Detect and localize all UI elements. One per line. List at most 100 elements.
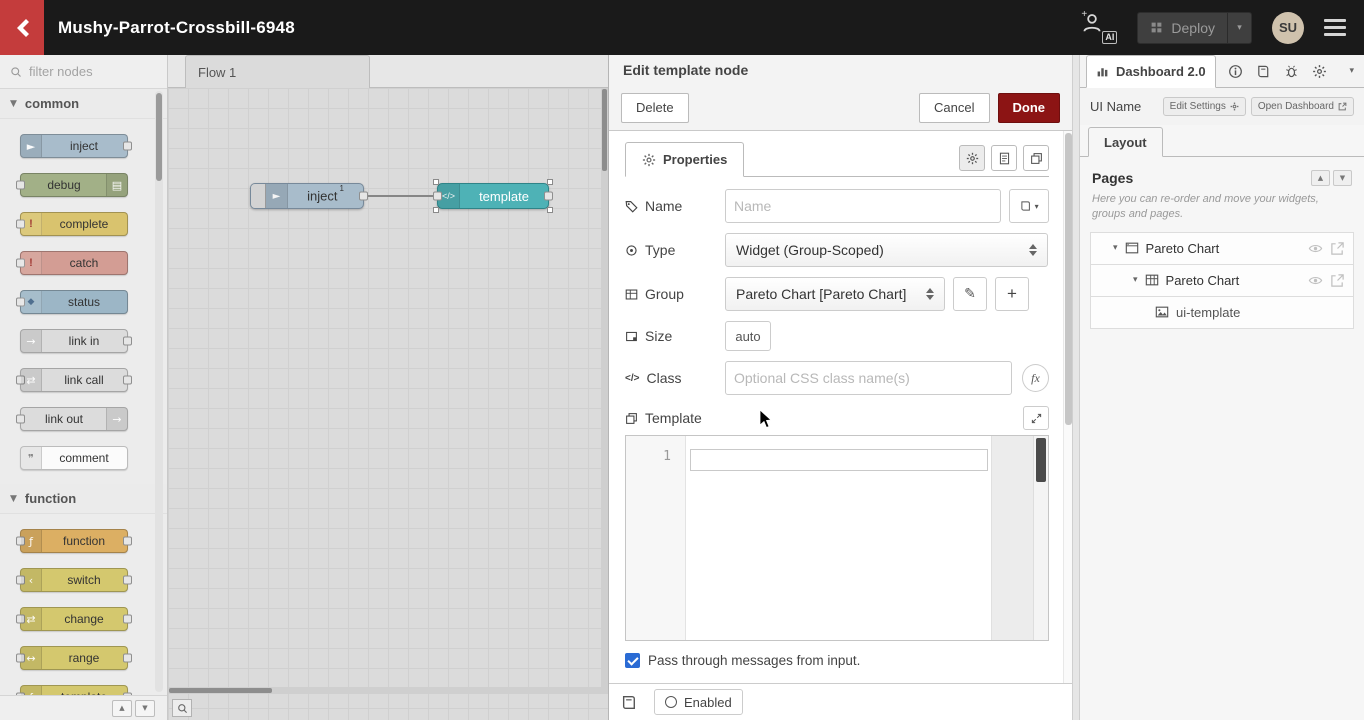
input-port [16,181,25,190]
chevron-down-icon[interactable]: ▾ [1113,243,1118,253]
type-select[interactable]: Widget (Group-Scoped) [725,233,1048,267]
fx-button[interactable]: fx [1022,364,1049,392]
expand-all-button[interactable]: ▼ [135,700,155,717]
palette-node-debug[interactable]: debug ▤ [20,173,128,197]
node-palette: ▼ common ► inject debug ▤ ! complete ! c… [0,55,168,720]
tray-scrollbar-thumb[interactable] [1065,133,1072,425]
palette-node-catch[interactable]: ! catch [20,251,128,275]
tab-config-icon[interactable] [1312,64,1327,79]
inject-trigger-button[interactable] [251,184,266,208]
selection-handle[interactable] [547,179,553,185]
header-actions: + AI Deploy ▾ SU [1081,12,1346,44]
tree-row-page[interactable]: ▾ Pareto Chart [1090,232,1354,265]
palette-node-link-call[interactable]: ⇄ link call [20,368,128,392]
open-group-icon[interactable] [1330,273,1345,288]
deploy-main[interactable]: Deploy [1138,13,1227,43]
tab-info-icon[interactable] [1228,64,1243,79]
passthrough-row: Pass through messages from input. [625,653,1049,668]
flow-node-inject[interactable]: ► inject1 [250,183,364,209]
flow-node-template-selected[interactable]: </> template [437,183,549,209]
edit-group-button[interactable]: ✎ [953,277,987,311]
ai-assistant-icon[interactable]: + AI [1081,12,1117,44]
collapse-tree-button[interactable]: ▲ [1311,170,1330,186]
output-port[interactable] [359,192,368,201]
palette-category-function[interactable]: ▼ function [0,484,167,514]
node-red-logo[interactable] [0,0,44,55]
deploy-button[interactable]: Deploy ▾ [1137,12,1252,44]
name-input[interactable] [725,189,1001,223]
selection-handle[interactable] [547,207,553,213]
palette-category-common[interactable]: ▼ common [0,89,167,119]
tab-help-icon[interactable] [1256,64,1271,79]
label-options-button[interactable]: ▾ [1009,189,1049,223]
expand-tree-button[interactable]: ▼ [1333,170,1352,186]
node-label: template [460,189,548,204]
visibility-icon[interactable] [1308,273,1323,288]
group-select[interactable]: Pareto Chart [Pareto Chart] [725,277,945,311]
delete-button[interactable]: Delete [621,93,689,123]
editor-active-line[interactable] [690,449,988,471]
editor-scrollbar-thumb[interactable] [1036,438,1046,482]
tree-row-widget[interactable]: ui-template [1090,296,1354,329]
sidebar-splitter[interactable] [1072,55,1080,720]
properties-form: Name ▾ [625,177,1049,668]
output-port [123,576,132,585]
node-settings-button[interactable] [959,145,985,171]
tree-row-group[interactable]: ▾ Pareto Chart [1090,264,1354,297]
open-dashboard-button[interactable]: Open Dashboard [1251,97,1354,116]
add-group-button[interactable]: + [995,277,1029,311]
tab-layout[interactable]: Layout [1088,127,1163,157]
output-port[interactable] [544,192,553,201]
input-port[interactable] [433,192,442,201]
palette-node-comment[interactable]: ❞ comment [20,446,128,470]
tray-scrollbar[interactable] [1063,131,1072,683]
node-description-button[interactable] [991,145,1017,171]
chevron-down-icon[interactable]: ▾ [1133,275,1138,285]
cancel-button[interactable]: Cancel [919,93,989,123]
canvas-horizontal-scrollbar-thumb[interactable] [169,688,272,693]
size-button[interactable]: auto [725,321,771,351]
palette-node-status[interactable]: ◆ status [20,290,128,314]
flow-tab[interactable]: Flow 1 [185,55,370,88]
template-code-editor[interactable]: 1 [625,435,1049,641]
selection-handle[interactable] [433,207,439,213]
class-input[interactable] [725,361,1012,395]
tab-properties[interactable]: Properties [625,142,744,177]
canvas-search-button[interactable] [172,699,192,717]
canvas-vertical-scrollbar[interactable] [601,88,608,687]
editor-scrollbar[interactable] [1033,436,1048,640]
expand-editor-button[interactable] [1023,406,1049,430]
palette-node-range[interactable]: ↔ range [20,646,128,670]
edit-settings-button[interactable]: Edit Settings [1163,97,1246,116]
sidebar-tabs-caret[interactable]: ▾ [1349,66,1358,76]
done-button[interactable]: Done [998,93,1061,123]
canvas-horizontal-scrollbar[interactable] [168,687,608,694]
tab-dashboard[interactable]: Dashboard 2.0 [1086,55,1216,88]
node-enabled-toggle[interactable]: Enabled [654,689,743,715]
palette-node-function[interactable]: ƒ function [20,529,128,553]
main-menu-icon[interactable] [1324,19,1346,36]
palette-node-complete[interactable]: ! complete [20,212,128,236]
palette-search-input[interactable] [29,64,139,79]
canvas-vertical-scrollbar-thumb[interactable] [602,89,607,171]
palette-scrollbar-thumb[interactable] [156,93,162,181]
palette-node-inject[interactable]: ► inject [20,134,128,158]
palette-node-link-in[interactable]: → link in [20,329,128,353]
palette-node-switch[interactable]: ‹ switch [20,568,128,592]
open-page-icon[interactable] [1330,241,1345,256]
passthrough-checkbox[interactable] [625,653,640,668]
deploy-options-caret[interactable]: ▾ [1227,13,1251,43]
wire-inject-to-template[interactable] [365,195,437,197]
node-appearance-button[interactable] [1023,145,1049,171]
visibility-icon[interactable] [1308,241,1323,256]
palette-node-link-out[interactable]: link out → [20,407,128,431]
selection-handle[interactable] [433,179,439,185]
dashboard-subtabs: Layout [1080,127,1364,157]
avatar-initials: SU [1279,20,1297,35]
docs-icon[interactable] [621,694,638,711]
palette-scrollbar[interactable] [155,91,163,692]
collapse-all-button[interactable]: ▲ [112,700,132,717]
palette-node-change[interactable]: ⇄ change [20,607,128,631]
user-avatar[interactable]: SU [1272,12,1304,44]
tab-debug-icon[interactable] [1284,64,1299,79]
